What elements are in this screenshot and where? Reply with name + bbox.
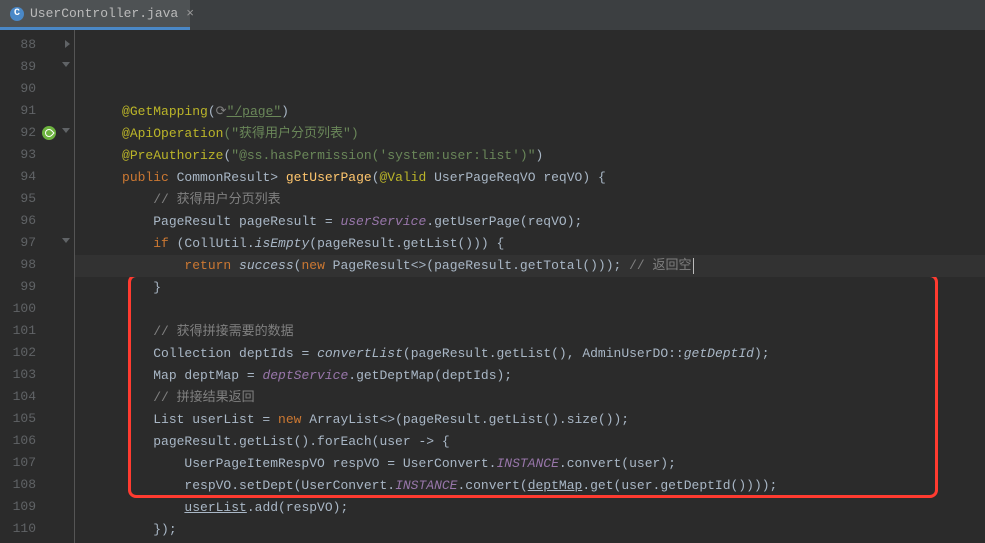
code-line[interactable]: return success(new PageResult<>(pageResu… <box>75 255 985 277</box>
code-line[interactable]: PageResult pageResult = userService.getU… <box>75 211 985 233</box>
fold-marker-icon[interactable] <box>62 128 70 133</box>
code-line[interactable]: // 获得拼接需要的数据 <box>75 321 985 343</box>
fold-marker-icon[interactable] <box>62 238 70 243</box>
file-tab[interactable]: C UserController.java × <box>0 0 190 30</box>
code-line[interactable] <box>75 79 985 101</box>
code-line[interactable]: @GetMapping(⟳"/page") <box>75 101 985 123</box>
code-line[interactable]: @PreAuthorize("@ss.hasPermission('system… <box>75 145 985 167</box>
code-line[interactable]: } <box>75 277 985 299</box>
class-file-icon: C <box>10 7 24 21</box>
icon-gutter <box>40 30 74 543</box>
code-line[interactable]: UserPageItemRespVO respVO = UserConvert.… <box>75 453 985 475</box>
code-line[interactable]: List userList = new ArrayList<>(pageResu… <box>75 409 985 431</box>
code-line[interactable]: @ApiOperation("获得用户分页列表") <box>75 123 985 145</box>
code-line[interactable]: if (CollUtil.isEmpty(pageResult.getList(… <box>75 233 985 255</box>
code-line[interactable]: // 拼接结果返回 <box>75 387 985 409</box>
code-line[interactable]: Collection deptIds = convertList(pageRes… <box>75 343 985 365</box>
tab-bar: C UserController.java × <box>0 0 985 31</box>
code-line[interactable]: // 获得用户分页列表 <box>75 189 985 211</box>
code-line[interactable]: respVO.setDept(UserConvert.INSTANCE.conv… <box>75 475 985 497</box>
code-line[interactable] <box>75 299 985 321</box>
tab-filename: UserController.java <box>30 6 178 21</box>
spring-icon <box>42 126 56 140</box>
code-area[interactable]: @GetMapping(⟳"/page") @ApiOperation("获得用… <box>75 30 985 543</box>
code-line[interactable]: public CommonResult> getUserPage(@Valid … <box>75 167 985 189</box>
fold-marker-icon[interactable] <box>65 40 70 48</box>
close-icon[interactable]: × <box>184 6 196 21</box>
code-line[interactable]: userList.add(respVO); <box>75 497 985 519</box>
code-line[interactable]: }); <box>75 519 985 541</box>
code-line[interactable]: pageResult.getList().forEach(user -> { <box>75 431 985 453</box>
fold-marker-icon[interactable] <box>62 62 70 67</box>
code-editor[interactable]: 8889909192939495969798991001011021031041… <box>0 30 985 543</box>
code-line[interactable]: Map deptMap = deptService.getDeptMap(dep… <box>75 365 985 387</box>
line-number-gutter: 8889909192939495969798991001011021031041… <box>0 30 40 543</box>
